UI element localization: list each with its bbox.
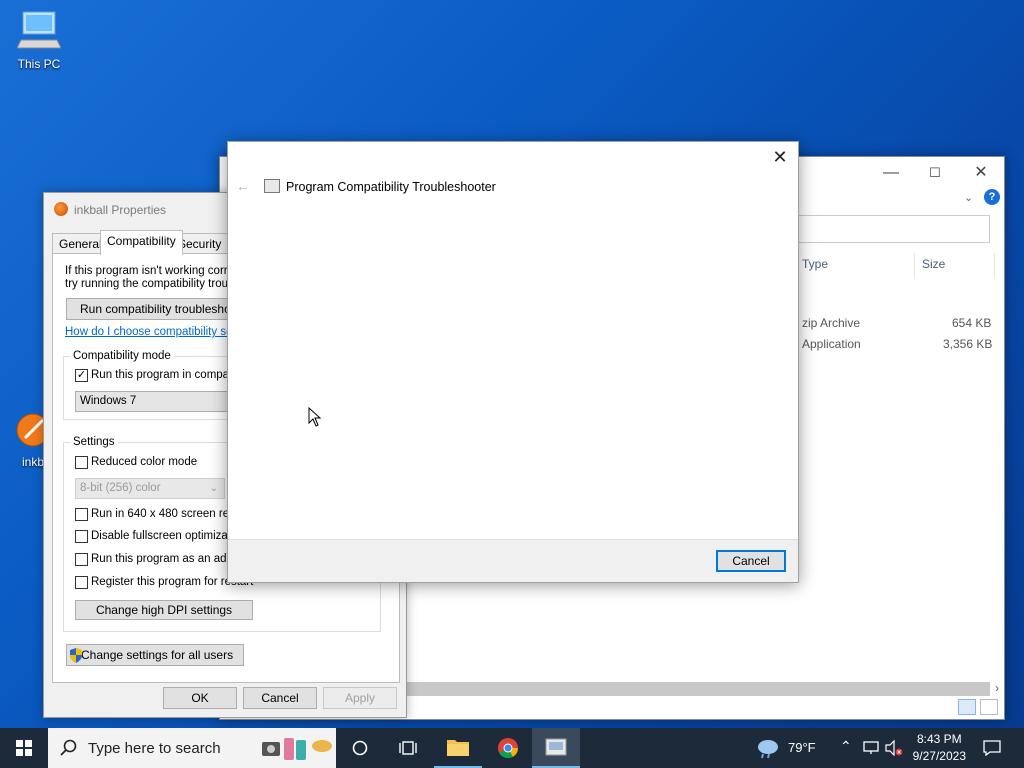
dialog-footer: Cancel <box>228 539 798 582</box>
troubleshooter-icon <box>264 179 280 193</box>
cancel-button[interactable]: Cancel <box>716 550 786 572</box>
row-type: Application <box>802 337 861 351</box>
weather-icon <box>758 740 778 759</box>
chevron-down-icon[interactable]: ⌄ <box>964 191 973 204</box>
desktop-icon-label: This PC <box>17 57 61 71</box>
chevron-down-icon: ⌄ <box>209 483 218 494</box>
color-mode-select[interactable]: 8-bit (256) color ⌄ <box>75 478 225 499</box>
weather-temperature[interactable]: 79°F <box>788 740 816 755</box>
windows-logo-icon <box>16 740 32 756</box>
intro-text: If this program isn't working correct <box>65 265 243 277</box>
row-size: 654 KB <box>952 316 992 330</box>
how-to-choose-link[interactable]: How do I choose compatibility setti <box>65 326 241 338</box>
column-header-type[interactable]: Type <box>802 257 828 271</box>
search-highlight-icon <box>262 738 332 760</box>
cortana-icon <box>352 740 368 756</box>
ok-button[interactable]: OK <box>163 687 237 709</box>
os-select-value: Windows 7 <box>80 395 137 407</box>
minimize-button[interactable]: — <box>868 161 914 185</box>
search-placeholder: Type here to search <box>88 740 221 757</box>
change-all-users-button[interactable]: Change settings for all users <box>66 644 244 666</box>
network-icon[interactable] <box>863 741 879 755</box>
volume-muted-icon[interactable] <box>885 740 903 756</box>
tab-compatibility[interactable]: Compatibility <box>100 230 183 255</box>
shield-icon <box>70 648 82 663</box>
file-explorer-taskbar-button[interactable] <box>434 728 482 768</box>
os-select[interactable]: Windows 7 <box>75 391 231 412</box>
chevron-up-icon[interactable]: ⌃ <box>840 738 852 755</box>
search-box[interactable] <box>798 215 990 243</box>
register-restart-checkbox[interactable] <box>75 576 88 589</box>
column-header-size[interactable]: Size <box>922 257 945 271</box>
cortana-button[interactable] <box>336 728 384 768</box>
search-icon <box>60 739 77 756</box>
start-button[interactable] <box>0 728 48 768</box>
help-icon[interactable]: ? <box>984 189 1000 205</box>
checkbox-label: Disable fullscreen optimizatio <box>91 530 240 542</box>
intro-text: try running the compatibility trouble <box>65 278 244 290</box>
folder-icon <box>447 740 469 756</box>
color-mode-value: 8-bit (256) color <box>80 482 161 494</box>
notification-icon[interactable] <box>983 740 1001 756</box>
task-view-icon <box>399 741 417 755</box>
horizontal-scrollbar[interactable] <box>404 682 990 696</box>
chrome-icon <box>498 738 519 759</box>
compatibility-checkbox[interactable]: ✓ <box>75 369 88 382</box>
group-label: Settings <box>70 436 118 448</box>
column-divider <box>914 253 915 279</box>
troubleshooter-icon <box>545 738 567 756</box>
details-view-icon[interactable] <box>958 699 976 715</box>
run-as-admin-checkbox[interactable] <box>75 553 88 566</box>
close-button[interactable]: ✕ <box>768 146 792 168</box>
troubleshooter-taskbar-button[interactable] <box>532 728 580 768</box>
back-arrow-icon[interactable]: ← <box>236 178 250 194</box>
row-size: 3,356 KB <box>943 337 993 351</box>
checkbox-label: Run in 640 x 480 screen reso <box>91 508 242 520</box>
system-clock[interactable]: 8:43 PM 9/27/2023 <box>913 731 966 765</box>
column-divider <box>994 253 995 279</box>
checkbox-label: Run this program as an admi <box>91 553 239 565</box>
row-type: zip Archive <box>802 316 861 330</box>
troubleshooter-window: ✕ ← Program Compatibility Troubleshooter… <box>227 141 799 583</box>
computer-icon <box>16 11 62 49</box>
maximize-button[interactable]: ☐ <box>912 161 958 185</box>
cancel-button[interactable]: Cancel <box>243 687 317 709</box>
group-label: Compatibility mode <box>70 350 174 362</box>
disable-fullscreen-checkbox[interactable] <box>75 530 88 543</box>
checkbox-label: Reduced color mode <box>91 456 198 468</box>
desktop-icon-this-pc[interactable]: This PC <box>4 10 74 71</box>
large-icons-view-icon[interactable] <box>980 699 998 715</box>
run-640-checkbox[interactable] <box>75 508 88 521</box>
chrome-taskbar-button[interactable] <box>484 728 532 768</box>
troubleshooter-title: Program Compatibility Troubleshooter <box>286 180 496 194</box>
checkbox-label: Run this program in compatib <box>91 369 242 381</box>
dialog-title: inkball Properties <box>74 203 167 217</box>
button-label: Change settings for all users <box>81 648 234 662</box>
reduced-color-checkbox[interactable] <box>75 456 88 469</box>
task-view-button[interactable] <box>384 728 432 768</box>
mouse-cursor-icon <box>308 407 322 427</box>
inkball-icon <box>54 202 68 216</box>
clock-date: 9/27/2023 <box>912 749 966 763</box>
taskbar: Type here to search 79°F ⌃ 8:43 PM 9/27/… <box>0 728 1024 768</box>
change-dpi-button[interactable]: Change high DPI settings <box>75 600 253 620</box>
apply-button[interactable]: Apply <box>323 687 397 709</box>
close-button[interactable]: ✕ <box>958 161 1004 185</box>
scroll-right-icon[interactable]: › <box>990 681 1004 697</box>
clock-time: 8:43 PM <box>916 732 962 746</box>
taskbar-search[interactable]: Type here to search <box>48 728 336 768</box>
